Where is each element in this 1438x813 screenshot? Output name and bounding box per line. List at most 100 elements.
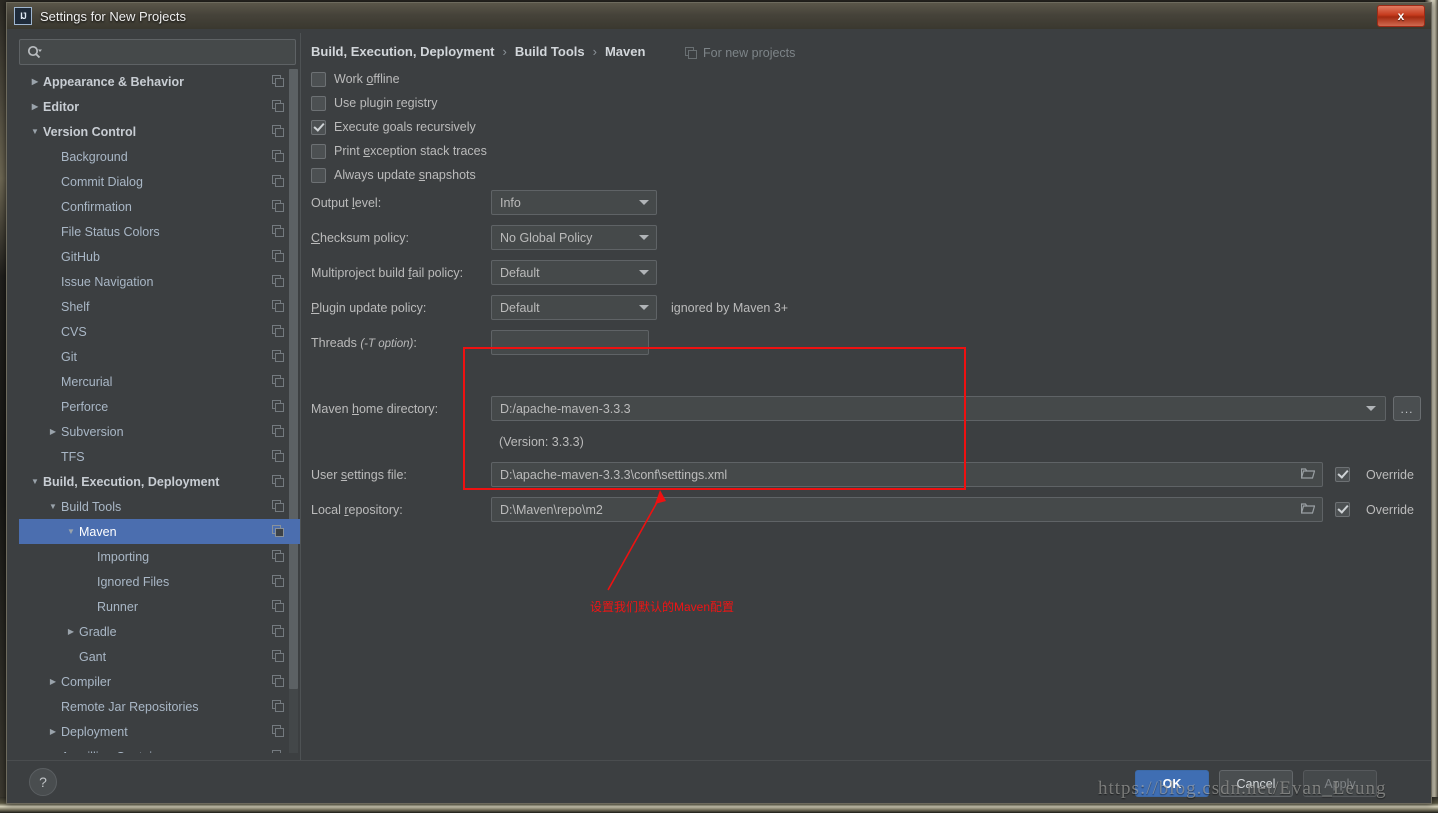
- local-repository-input[interactable]: D:\Maven\repo\m2: [491, 497, 1323, 522]
- breadcrumb-part-3[interactable]: Maven: [605, 44, 645, 59]
- copy-settings-icon[interactable]: [272, 150, 284, 162]
- copy-settings-icon[interactable]: [272, 425, 284, 437]
- checkbox-always-update-snapshots[interactable]: Always update snapshots: [311, 163, 487, 187]
- sidebar-item-commit-dialog[interactable]: ▶Commit Dialog: [19, 169, 300, 194]
- cancel-button[interactable]: Cancel: [1219, 770, 1293, 797]
- search-box[interactable]: [19, 39, 296, 65]
- user-settings-override-checkbox[interactable]: [1335, 467, 1350, 482]
- copy-settings-icon[interactable]: [272, 125, 284, 137]
- sidebar-item-shelf[interactable]: ▶Shelf: [19, 294, 300, 319]
- sidebar-item-deployment[interactable]: ▶ Deployment: [19, 719, 300, 744]
- checkbox-work-offline[interactable]: Work offline: [311, 67, 487, 91]
- checkbox-print-exception-stack-traces[interactable]: Print exception stack traces: [311, 139, 487, 163]
- copy-settings-icon[interactable]: [272, 475, 284, 487]
- sidebar-item-cvs[interactable]: ▶CVS: [19, 319, 300, 344]
- copy-settings-icon[interactable]: [272, 325, 284, 337]
- chevron-right-icon[interactable]: ▶: [47, 676, 59, 688]
- sidebar-item-version-control[interactable]: ▼ Version Control: [19, 119, 300, 144]
- sidebar-item-ignored-files[interactable]: ▶Ignored Files: [19, 569, 300, 594]
- multiproject-fail-policy-select[interactable]: Default: [491, 260, 657, 285]
- sidebar-item-tfs[interactable]: ▶TFS: [19, 444, 300, 469]
- copy-settings-icon[interactable]: [272, 650, 284, 662]
- checkbox-execute-goals-recursively[interactable]: Execute goals recursively: [311, 115, 487, 139]
- checkbox-input[interactable]: [311, 143, 326, 159]
- sidebar-item-compiler[interactable]: ▶ Compiler: [19, 669, 300, 694]
- checksum-policy-select[interactable]: No Global Policy: [491, 225, 657, 250]
- folder-icon[interactable]: [1300, 503, 1316, 514]
- output-level-select[interactable]: Info: [491, 190, 657, 215]
- breadcrumb-part-1[interactable]: Build, Execution, Deployment: [311, 44, 494, 59]
- user-settings-override-row[interactable]: Override: [1335, 467, 1421, 482]
- sidebar-item-subversion[interactable]: ▶ Subversion: [19, 419, 300, 444]
- copy-settings-icon[interactable]: [272, 200, 284, 212]
- copy-settings-icon[interactable]: [272, 275, 284, 287]
- copy-settings-icon[interactable]: [272, 225, 284, 237]
- copy-settings-icon[interactable]: [272, 600, 284, 612]
- help-icon[interactable]: ?: [29, 768, 57, 796]
- chevron-right-icon[interactable]: ▶: [29, 101, 41, 113]
- search-input[interactable]: [46, 44, 295, 60]
- copy-settings-icon[interactable]: [272, 250, 284, 262]
- maven-home-directory-combo[interactable]: D:/apache-maven-3.3.3: [491, 396, 1386, 421]
- copy-settings-icon[interactable]: [272, 700, 284, 712]
- sidebar-item-maven[interactable]: ▼ Maven: [19, 519, 300, 544]
- checkbox-input[interactable]: [311, 167, 326, 183]
- copy-settings-icon[interactable]: [272, 350, 284, 362]
- breadcrumb-part-2[interactable]: Build Tools: [515, 44, 585, 59]
- copy-settings-icon[interactable]: [272, 500, 284, 512]
- chevron-down-icon[interactable]: [1366, 406, 1376, 411]
- sidebar-item-background[interactable]: ▶Background: [19, 144, 300, 169]
- copy-settings-icon[interactable]: [272, 400, 284, 412]
- copy-settings-icon[interactable]: [272, 100, 284, 112]
- sidebar-item-github[interactable]: ▶GitHub: [19, 244, 300, 269]
- sidebar-item-arquillian-containers[interactable]: ▶Arquillian Containers: [19, 744, 300, 753]
- local-repository-override-checkbox[interactable]: [1335, 502, 1350, 517]
- sidebar-item-build-tools[interactable]: ▼ Build Tools: [19, 494, 300, 519]
- chevron-down-icon[interactable]: ▼: [65, 526, 77, 538]
- checkbox-input[interactable]: [311, 71, 326, 87]
- sidebar-item-perforce[interactable]: ▶Perforce: [19, 394, 300, 419]
- chevron-right-icon[interactable]: ▶: [47, 426, 59, 438]
- copy-settings-icon[interactable]: [272, 75, 284, 87]
- folder-icon[interactable]: [1300, 468, 1316, 479]
- sidebar-item-file-status-colors[interactable]: ▶File Status Colors: [19, 219, 300, 244]
- copy-settings-icon[interactable]: [272, 625, 284, 637]
- apply-button[interactable]: Apply: [1303, 770, 1377, 797]
- sidebar-item-remote-jar-repositories[interactable]: ▶Remote Jar Repositories: [19, 694, 300, 719]
- sidebar-item-runner[interactable]: ▶Runner: [19, 594, 300, 619]
- copy-settings-icon[interactable]: [272, 550, 284, 562]
- chevron-right-icon[interactable]: ▶: [47, 726, 59, 738]
- copy-settings-icon[interactable]: [272, 300, 284, 312]
- chevron-right-icon[interactable]: ▶: [65, 626, 77, 638]
- sidebar-item-git[interactable]: ▶Git: [19, 344, 300, 369]
- sidebar-item-confirmation[interactable]: ▶Confirmation: [19, 194, 300, 219]
- sidebar-item-gant[interactable]: ▶Gant: [19, 644, 300, 669]
- sidebar-item-editor[interactable]: ▶ Editor: [19, 94, 300, 119]
- sidebar-item-issue-navigation[interactable]: ▶Issue Navigation: [19, 269, 300, 294]
- checkbox-input[interactable]: [311, 95, 326, 111]
- copy-settings-icon[interactable]: [272, 675, 284, 687]
- sidebar-item-importing[interactable]: ▶Importing: [19, 544, 300, 569]
- copy-settings-icon[interactable]: [272, 575, 284, 587]
- copy-settings-icon[interactable]: [272, 375, 284, 387]
- copy-settings-icon[interactable]: [272, 175, 284, 187]
- copy-settings-icon[interactable]: [272, 750, 284, 753]
- chevron-right-icon[interactable]: ▶: [29, 76, 41, 88]
- sidebar-item-mercurial[interactable]: ▶Mercurial: [19, 369, 300, 394]
- sidebar-item-build-execution-deployment[interactable]: ▼ Build, Execution, Deployment: [19, 469, 300, 494]
- checkbox-input[interactable]: [311, 119, 326, 135]
- copy-settings-icon[interactable]: [272, 725, 284, 737]
- sidebar-item-gradle[interactable]: ▶ Gradle: [19, 619, 300, 644]
- checkbox-use-plugin-registry[interactable]: Use plugin registry: [311, 91, 487, 115]
- plugin-update-policy-select[interactable]: Default: [491, 295, 657, 320]
- ok-button[interactable]: OK: [1135, 770, 1209, 797]
- maven-home-browse-button[interactable]: ...: [1393, 396, 1421, 421]
- settings-tree[interactable]: ▶ Appearance & Behavior ▶ Editor ▼ Version Co…: [19, 69, 300, 753]
- sidebar-item-appearance-behavior[interactable]: ▶ Appearance & Behavior: [19, 69, 300, 94]
- copy-settings-icon[interactable]: [272, 450, 284, 462]
- user-settings-file-input[interactable]: D:\apache-maven-3.3.3\conf\settings.xml: [491, 462, 1323, 487]
- chevron-down-icon[interactable]: ▼: [29, 476, 41, 488]
- local-repository-override-row[interactable]: Override: [1335, 502, 1421, 517]
- copy-settings-icon[interactable]: [272, 525, 284, 537]
- chevron-down-icon[interactable]: ▼: [47, 501, 59, 513]
